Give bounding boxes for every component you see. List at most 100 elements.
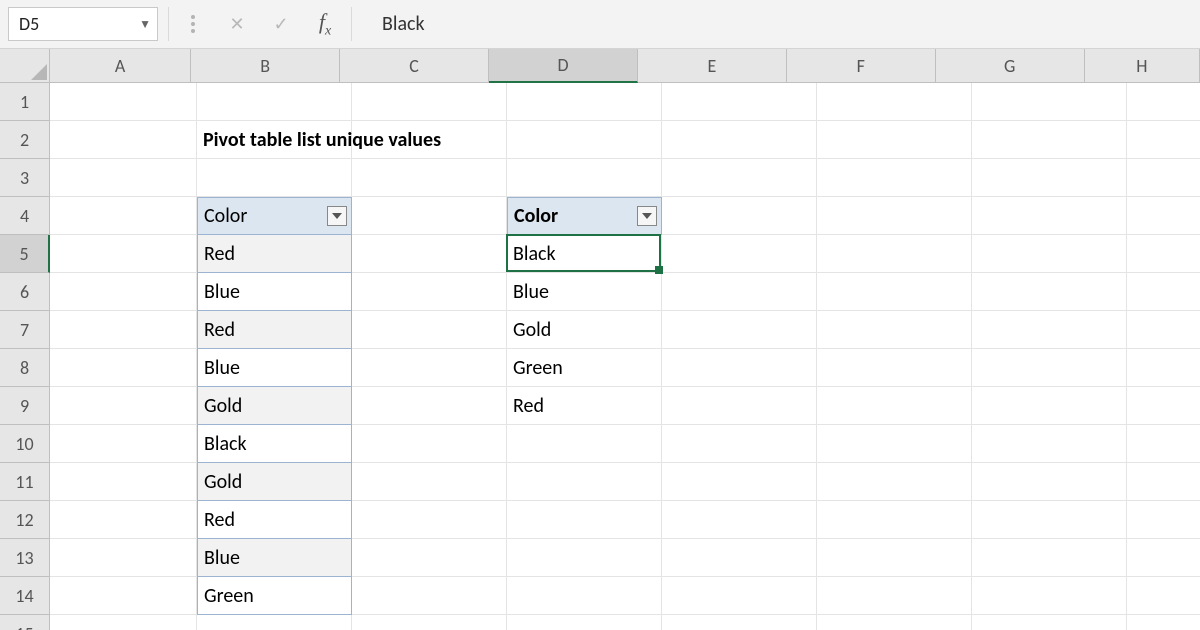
pivot-row[interactable]: Black bbox=[507, 235, 662, 273]
table-cell-value: Blue bbox=[204, 356, 240, 380]
table-row[interactable]: Red bbox=[197, 501, 352, 539]
name-box-value: D5 bbox=[19, 13, 39, 35]
table-cell-value: Red bbox=[204, 242, 235, 266]
row-header-label: 3 bbox=[20, 167, 29, 189]
pivot-cell-value: Blue bbox=[513, 280, 549, 304]
row-header-3[interactable]: 3 bbox=[0, 159, 49, 197]
column-header-label: G bbox=[1004, 55, 1015, 77]
formula-bar: D5 ▼ ✕ ✓ fx Black bbox=[0, 0, 1200, 48]
column-header-F[interactable]: F bbox=[787, 49, 936, 83]
table-cell-value: Green bbox=[204, 584, 254, 608]
table-cell-value: Blue bbox=[204, 280, 240, 304]
table-cell-value: Gold bbox=[204, 470, 242, 494]
row-header-label: 4 bbox=[20, 205, 29, 227]
table-cell-value: Blue bbox=[204, 546, 240, 570]
column-header-label: D bbox=[557, 54, 568, 76]
pivot-row[interactable]: Gold bbox=[507, 311, 662, 349]
table-row[interactable]: Blue bbox=[197, 273, 352, 311]
row-header-9[interactable]: 9 bbox=[0, 387, 49, 425]
pivot-row[interactable]: Green bbox=[507, 349, 662, 387]
row-header-14[interactable]: 14 bbox=[0, 577, 49, 615]
row-header-label: 10 bbox=[15, 433, 33, 455]
row-header-label: 8 bbox=[20, 357, 29, 379]
row-header-7[interactable]: 7 bbox=[0, 311, 49, 349]
table-header-label: Color bbox=[204, 204, 247, 228]
table-cell-value: Red bbox=[204, 318, 235, 342]
check-icon: ✓ bbox=[273, 13, 288, 35]
pivot-cell-value: Gold bbox=[513, 318, 551, 342]
table-cell-value: Black bbox=[204, 432, 247, 456]
select-all-corner[interactable] bbox=[0, 49, 50, 83]
table-row[interactable]: Blue bbox=[197, 349, 352, 387]
column-header-label: E bbox=[708, 55, 717, 77]
x-icon: ✕ bbox=[229, 13, 244, 35]
excel-window: D5 ▼ ✕ ✓ fx Black ABCDEFGH 1234567891011… bbox=[0, 0, 1200, 630]
name-box[interactable]: D5 ▼ bbox=[8, 7, 158, 41]
row-header-12[interactable]: 12 bbox=[0, 501, 49, 539]
spreadsheet-grid[interactable]: ABCDEFGH 123456789101112131415 Pivot tab… bbox=[0, 48, 1200, 630]
row-header-4[interactable]: 4 bbox=[0, 197, 49, 235]
row-header-11[interactable]: 11 bbox=[0, 463, 49, 501]
table-row[interactable]: Gold bbox=[197, 387, 352, 425]
insert-function-button[interactable]: fx bbox=[305, 7, 345, 41]
row-header-label: 2 bbox=[20, 129, 29, 151]
row-header-label: 13 bbox=[15, 547, 33, 569]
column-header-label: C bbox=[409, 55, 419, 77]
column-header-E[interactable]: E bbox=[638, 49, 787, 83]
pivot-row[interactable]: Blue bbox=[507, 273, 662, 311]
column-header-label: A bbox=[115, 55, 125, 77]
row-header-label: 14 bbox=[15, 585, 33, 607]
column-headers: A B C D E F G H bbox=[50, 49, 1200, 83]
pivot-cell-value: Red bbox=[513, 394, 544, 418]
column-header-B[interactable]: B bbox=[191, 49, 340, 83]
pivot-cell-value: Green bbox=[513, 356, 563, 380]
row-header-label: 5 bbox=[19, 243, 28, 265]
pivot-header-cell[interactable]: Color bbox=[507, 197, 662, 235]
column-header-label: B bbox=[260, 55, 270, 77]
row-header-8[interactable]: 8 bbox=[0, 349, 49, 387]
fx-icon: fx bbox=[319, 9, 331, 39]
row-header-2[interactable]: 2 bbox=[0, 121, 49, 159]
column-header-label: F bbox=[857, 55, 865, 77]
table-row[interactable]: Red bbox=[197, 235, 352, 273]
column-header-D[interactable]: D bbox=[489, 49, 638, 83]
table-cell-value: Gold bbox=[204, 394, 242, 418]
filter-dropdown-button[interactable] bbox=[327, 206, 347, 226]
pivot-table: Color Black Blue Gold Green Red bbox=[507, 197, 662, 425]
row-header-6[interactable]: 6 bbox=[0, 273, 49, 311]
row-header-label: 12 bbox=[15, 509, 33, 531]
formula-input-value: Black bbox=[382, 12, 425, 36]
table-header-cell[interactable]: Color bbox=[197, 197, 352, 235]
chevron-down-icon[interactable]: ▼ bbox=[139, 17, 151, 32]
pivot-row[interactable]: Red bbox=[507, 387, 662, 425]
title-text: Pivot table list unique values bbox=[203, 128, 441, 152]
row-header-1[interactable]: 1 bbox=[0, 83, 49, 121]
row-header-13[interactable]: 13 bbox=[0, 539, 49, 577]
row-header-label: 15 bbox=[15, 623, 33, 630]
row-header-10[interactable]: 10 bbox=[0, 425, 49, 463]
formula-bar-menu-button[interactable] bbox=[173, 7, 213, 41]
column-header-C[interactable]: C bbox=[340, 49, 489, 83]
cells-area[interactable]: Pivot table list unique values Color Red Bl… bbox=[50, 83, 1200, 630]
row-header-5[interactable]: 5 bbox=[0, 235, 50, 273]
column-header-H[interactable]: H bbox=[1085, 49, 1200, 83]
table-row[interactable]: Blue bbox=[197, 539, 352, 577]
title-cell[interactable]: Pivot table list unique values bbox=[197, 121, 697, 159]
table-row[interactable]: Gold bbox=[197, 463, 352, 501]
row-header-15[interactable]: 15 bbox=[0, 615, 49, 630]
column-header-G[interactable]: G bbox=[936, 49, 1085, 83]
row-header-label: 6 bbox=[20, 281, 29, 303]
row-header-label: 11 bbox=[15, 471, 33, 493]
row-header-label: 7 bbox=[20, 319, 29, 341]
pivot-filter-dropdown-button[interactable] bbox=[637, 206, 657, 226]
column-header-A[interactable]: A bbox=[50, 49, 191, 83]
row-header-label: 1 bbox=[20, 91, 29, 113]
pivot-cell-value: Black bbox=[513, 242, 556, 266]
table-row[interactable]: Green bbox=[197, 577, 352, 615]
confirm-formula-button: ✓ bbox=[261, 7, 301, 41]
row-headers: 123456789101112131415 bbox=[0, 83, 50, 630]
table-row[interactable]: Red bbox=[197, 311, 352, 349]
table-row[interactable]: Black bbox=[197, 425, 352, 463]
cancel-formula-button: ✕ bbox=[217, 7, 257, 41]
formula-input[interactable]: Black bbox=[382, 7, 1200, 41]
